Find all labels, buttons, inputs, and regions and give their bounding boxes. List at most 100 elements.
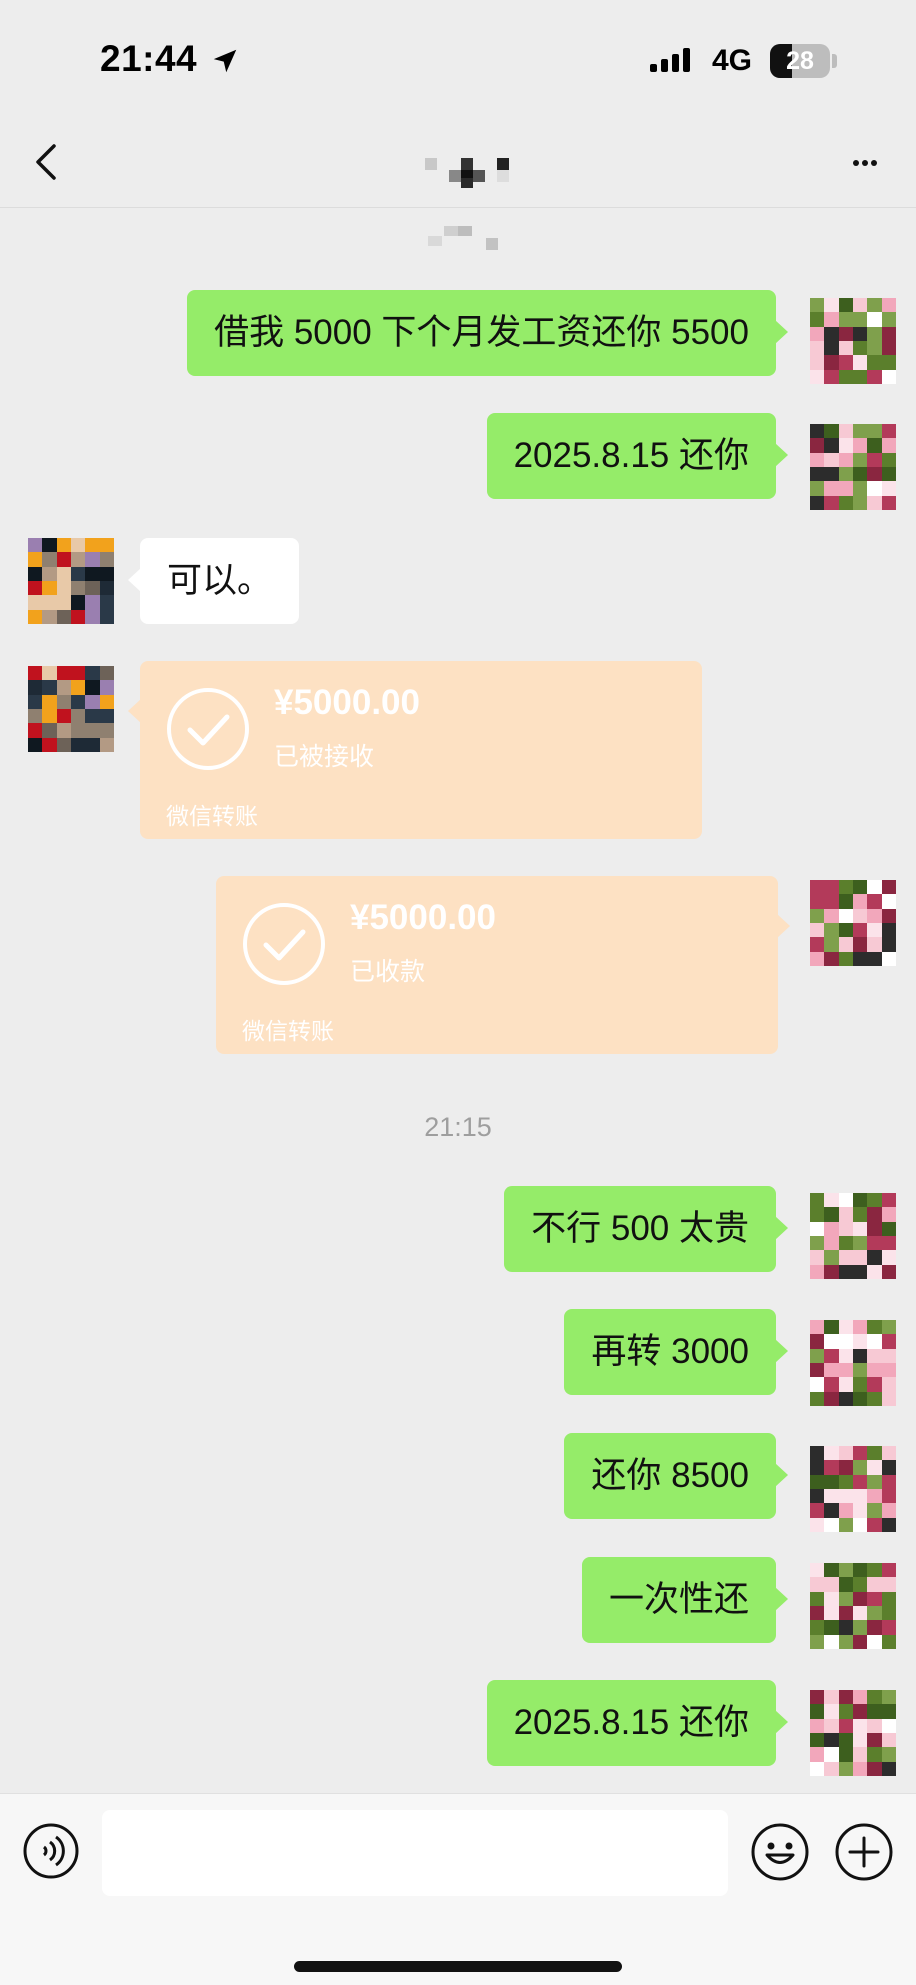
avatar-pixel: [867, 1605, 882, 1621]
avatar-pixel: [867, 1634, 882, 1649]
message-bubble-sent[interactable]: 借我 5000 下个月发工资还你 5500: [187, 290, 788, 376]
message-bubble-sent[interactable]: 2025.8.15 还你: [486, 1680, 789, 1766]
avatar-pixel: [852, 908, 868, 923]
avatar-pixel: [867, 1460, 882, 1475]
avatar-pixel: [867, 340, 882, 356]
avatar-pixel: [852, 1348, 868, 1363]
avatar-pixel: [852, 880, 868, 895]
avatar-pixel: [810, 340, 825, 356]
avatar-pixel: [824, 326, 839, 341]
avatar-pixel: [838, 1605, 853, 1621]
avatar-pixel: [852, 1250, 868, 1265]
transfer-amount: ¥5000.00: [350, 898, 496, 937]
chat-header: [0, 120, 916, 208]
home-indicator: [294, 1961, 622, 1972]
avatar-pixel: [867, 1362, 882, 1378]
avatar-pixel: [852, 355, 868, 370]
more-icon[interactable]: [850, 156, 880, 170]
message-input[interactable]: [102, 1810, 728, 1896]
voice-icon[interactable]: [22, 1822, 80, 1880]
check-circle-icon: [167, 688, 249, 770]
transfer-amount: ¥5000.00: [274, 683, 420, 722]
avatar-pixel: [881, 1605, 896, 1621]
avatar-pixel: [824, 495, 839, 510]
avatar-pixel: [42, 580, 57, 596]
avatar-pixel: [56, 737, 71, 752]
avatar-pixel: [824, 481, 839, 496]
avatar-pixel: [810, 1460, 825, 1475]
avatar-pixel: [852, 1605, 868, 1621]
chevron-left-icon[interactable]: [28, 138, 68, 186]
avatar-pixel: [852, 466, 868, 482]
avatar-pixel: [824, 466, 839, 482]
avatar-pixel: [881, 894, 896, 909]
avatar-pixel: [824, 1264, 839, 1279]
avatar-pixel: [867, 1264, 882, 1279]
avatar-pixel: [824, 1221, 839, 1236]
avatar-pixel: [28, 694, 43, 709]
avatar-pixel: [824, 1761, 839, 1776]
avatar-pixel: [881, 1334, 896, 1349]
avatar-pixel: [42, 737, 57, 752]
avatar-pixel: [881, 1250, 896, 1265]
avatar-self[interactable]: [810, 1563, 896, 1649]
battery-cap: [832, 54, 837, 68]
message-bubble-sent[interactable]: 再转 3000: [564, 1309, 788, 1395]
avatar-pixel: [852, 1391, 868, 1406]
avatar-contact[interactable]: [28, 538, 114, 624]
avatar-pixel: [824, 894, 839, 909]
avatar-self[interactable]: [810, 1690, 896, 1776]
plus-icon[interactable]: [834, 1822, 894, 1882]
avatar-pixel: [85, 595, 100, 610]
avatar-pixel: [867, 495, 882, 510]
avatar-pixel: [824, 1362, 839, 1378]
avatar-pixel: [867, 1503, 882, 1518]
avatar-pixel: [810, 1591, 825, 1606]
avatar-pixel: [881, 1488, 896, 1504]
avatar-pixel: [810, 1620, 825, 1635]
avatar-pixel: [810, 1634, 825, 1649]
avatar-pixel: [881, 1264, 896, 1279]
avatar-pixel: [881, 1391, 896, 1406]
avatar-pixel: [810, 922, 825, 938]
transfer-card-received[interactable]: ¥5000.00 已被接收 微信转账: [128, 661, 702, 839]
avatar-pixel: [42, 723, 57, 738]
avatar-pixel: [838, 1264, 853, 1279]
avatar-self[interactable]: [810, 1320, 896, 1406]
avatar-pixel: [881, 1563, 896, 1578]
avatar-pixel: [867, 1320, 882, 1335]
avatar-pixel: [70, 737, 86, 752]
avatar-self[interactable]: [810, 1446, 896, 1532]
message-bubble-sent[interactable]: 一次性还: [581, 1557, 789, 1643]
message-bubble-received[interactable]: 可以。: [127, 538, 300, 624]
avatar-pixel: [85, 723, 100, 738]
avatar-contact[interactable]: [28, 666, 114, 752]
avatar-self[interactable]: [810, 880, 896, 966]
avatar-pixel: [838, 894, 853, 909]
avatar-self[interactable]: [810, 424, 896, 510]
avatar-pixel: [824, 1718, 839, 1733]
avatar-pixel: [810, 1718, 825, 1733]
emoji-icon[interactable]: [750, 1822, 810, 1882]
transfer-card-sent[interactable]: ¥5000.00 已收款 微信转账: [216, 876, 790, 1054]
avatar-pixel: [824, 298, 839, 313]
avatar-pixel: [838, 1503, 853, 1518]
avatar-self[interactable]: [810, 298, 896, 384]
avatar-pixel: [852, 1446, 868, 1461]
avatar-pixel: [824, 1488, 839, 1504]
avatar-pixel: [867, 369, 882, 384]
avatar-pixel: [852, 1377, 868, 1392]
avatar-pixel: [824, 1334, 839, 1349]
avatar-pixel: [810, 1264, 825, 1279]
avatar-pixel: [810, 880, 825, 895]
message-bubble-sent[interactable]: 不行 500 太贵: [504, 1186, 788, 1272]
message-bubble-sent[interactable]: 还你 8500: [564, 1433, 788, 1519]
avatar-pixel: [881, 1460, 896, 1475]
avatar-pixel: [867, 452, 882, 467]
avatar-pixel: [824, 1446, 839, 1461]
avatar-self[interactable]: [810, 1193, 896, 1279]
message-bubble-sent[interactable]: 2025.8.15 还你: [486, 413, 789, 499]
network-type: 4G: [712, 44, 753, 77]
avatar-pixel: [867, 326, 882, 341]
avatar-pixel: [56, 666, 71, 681]
